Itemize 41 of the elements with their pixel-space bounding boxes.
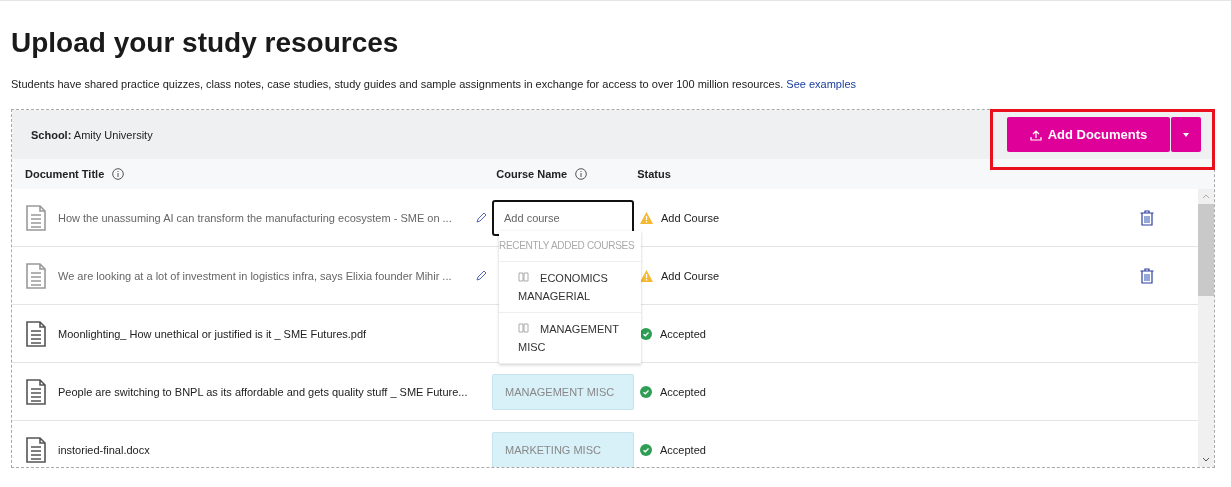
trash-icon[interactable] [1140, 267, 1154, 284]
info-icon [575, 168, 588, 180]
document-icon [26, 378, 46, 405]
dropdown-heading: RECENTLY ADDED COURSES [499, 231, 641, 262]
document-icon [26, 204, 46, 231]
pencil-icon[interactable] [476, 212, 487, 223]
pencil-icon[interactable] [476, 270, 487, 281]
document-title: How the unassuming AI can transform the manufacturing ecosystem - SME on ... [58, 211, 453, 224]
column-header: Course Name [496, 168, 568, 180]
course-tag: MARKETING MISC [492, 431, 634, 467]
status-text: Add Course [661, 211, 720, 224]
document-title: We are looking at a lot of investment in logistics infra, says Elixia founder Mihir ... [58, 269, 453, 282]
course-input-field[interactable]: Add course [492, 199, 634, 236]
status-text: Accepted [660, 385, 706, 398]
status-text: Add Course [661, 269, 720, 282]
document-icon [26, 436, 46, 463]
trash-icon[interactable] [1140, 209, 1154, 226]
course-tag: MANAGEMENT MISC [492, 373, 634, 410]
document-icon [26, 262, 46, 289]
book-icon [518, 323, 529, 333]
document-title: instoried-final.docx [58, 443, 151, 456]
intro-text: Students have shared practice quizzes, class notes, case studies, study guides and sample assignments in exchange for access to over 100 million resources. See examples [11, 78, 858, 90]
school-label: School: Amity University [31, 128, 153, 141]
page-title: Upload your study resources [11, 27, 400, 59]
upload-icon [1029, 128, 1042, 141]
add-documents-button[interactable]: Add Documents [1007, 117, 1170, 152]
info-icon [112, 168, 125, 180]
course-option[interactable]: ECONOMICS MANAGERIAL [499, 262, 641, 313]
course-option[interactable]: MANAGEMENT MISC [499, 313, 641, 364]
document-title: People are switching to BNPL as its affordable and gets quality stuff _ SME Future... [58, 385, 469, 398]
scroll-down-icon[interactable] [1202, 457, 1210, 462]
scrollbar[interactable] [1198, 189, 1214, 467]
status-text: Accepted [660, 327, 706, 340]
caret-icon [1183, 132, 1189, 137]
book-icon [518, 272, 529, 282]
column-header: Status [637, 168, 671, 180]
see-examples-link[interactable]: See examples [786, 78, 857, 90]
document-title: Moonlighting_ How unethical or justified is it _ SME Futures.pdf [58, 327, 368, 340]
status-text: Accepted [660, 443, 706, 456]
document-icon [26, 320, 46, 347]
column-header: Document Title [25, 168, 105, 180]
